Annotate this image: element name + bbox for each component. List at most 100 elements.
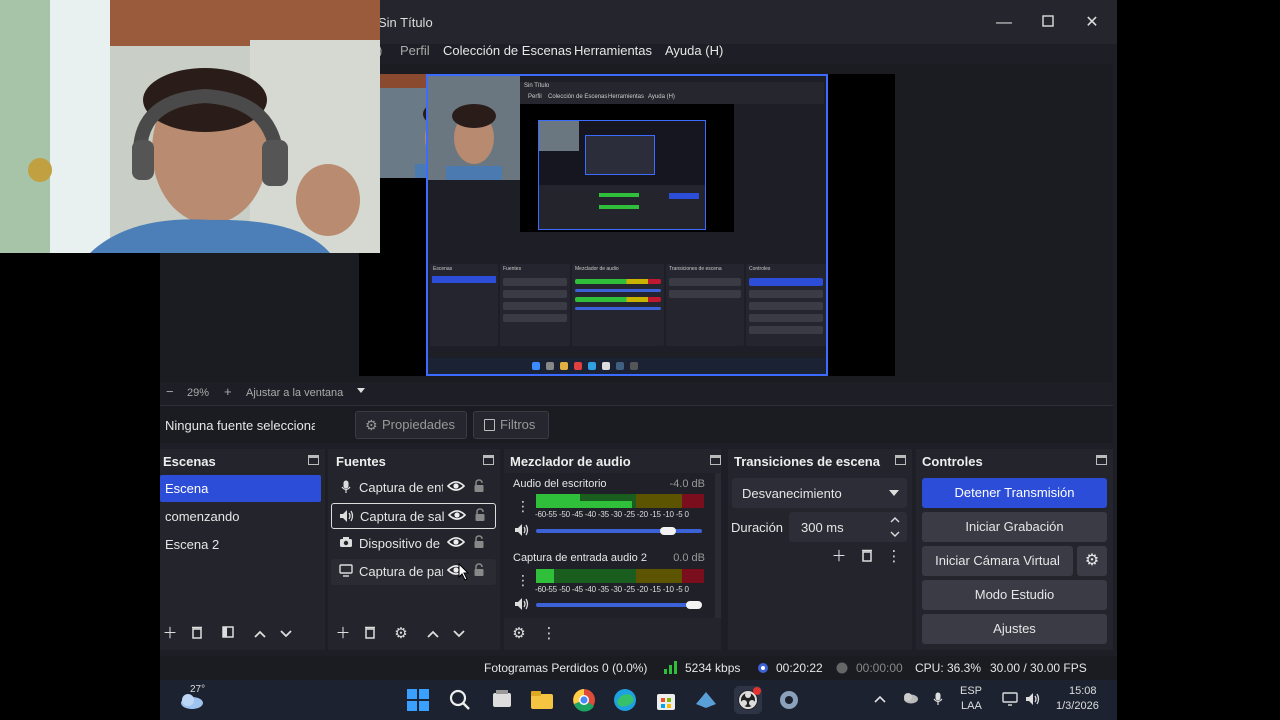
clock-date[interactable]: 1/3/2026 [1056,700,1099,712]
lock-icon[interactable] [473,479,487,495]
start-virtual-camera-button[interactable]: Iniciar Cámara Virtual [922,546,1073,576]
move-down-icon[interactable] [277,625,295,643]
eye-icon[interactable] [447,508,467,524]
zoom-in-button[interactable]: + [224,384,232,399]
menu-help[interactable]: Ayuda (H) [665,43,723,58]
virtual-camera-gear-icon[interactable]: ⚙ [1077,546,1107,576]
source-item[interactable]: Captura de entrada audio [331,475,496,501]
preview-canvas[interactable]: Sin Título Perfil Colección de Escenas H… [359,74,895,376]
add-source-icon[interactable]: ＋ [334,625,352,643]
kebab-menu-icon[interactable]: ⋮ [516,499,530,513]
eye-icon[interactable] [446,535,466,551]
volume-slider[interactable] [536,603,702,607]
lock-icon[interactable] [473,563,487,579]
move-up-icon[interactable] [251,625,269,643]
menu-scene-collection[interactable]: Colección de Escenas [443,43,572,58]
sources-title: Fuentes [336,454,386,469]
close-button[interactable]: ✕ [1070,10,1114,36]
language-code[interactable]: ESP [960,685,982,697]
file-explorer-icon[interactable] [528,686,556,714]
properties-button[interactable]: ⚙ Propiedades [355,411,467,439]
maximize-button[interactable] [1026,10,1070,36]
source-item[interactable]: Captura de pantalla [331,559,496,585]
edge-icon[interactable] [611,686,639,714]
audio-meter [536,494,704,508]
scene-filters-icon[interactable] [219,625,237,643]
task-view-icon[interactable] [488,686,516,714]
start-button[interactable] [404,686,432,714]
bitrate: 5234 kbps [685,661,741,675]
undock-icon[interactable] [710,455,721,465]
audio-settings-gear-icon[interactable]: ⚙ [510,625,528,643]
mixer-footer: ⚙ ⋮ [504,620,715,650]
trash-icon[interactable] [361,625,379,643]
nested-taskbar [428,358,826,374]
network-icon[interactable] [1002,692,1018,709]
move-up-icon[interactable] [424,625,442,643]
store-icon[interactable] [652,686,680,714]
nested-menubar [520,82,824,104]
weather-icon[interactable] [178,692,204,715]
stop-streaming-button[interactable]: Detener Transmisión [922,478,1107,508]
settings-button[interactable]: Ajustes [922,614,1107,644]
zoom-out-button[interactable]: − [166,384,174,399]
source-item[interactable]: Captura de salida audio [331,503,496,529]
settings-app-icon[interactable] [775,686,803,714]
add-transition-icon[interactable]: ＋ [830,548,848,566]
menu-profile[interactable]: Perfil [400,43,430,58]
kebab-menu-icon[interactable]: ⋮ [885,548,903,566]
kebab-menu-icon[interactable]: ⋮ [540,625,558,643]
nested-scenes-title: Escenas [433,266,453,272]
clock-time[interactable]: 15:08 [1069,685,1097,697]
speaker-icon[interactable] [514,597,530,611]
fit-to-window[interactable]: Ajustar a la ventana [246,387,343,399]
chrome-icon[interactable] [570,686,598,714]
kebab-menu-icon[interactable]: ⋮ [516,573,530,587]
add-scene-icon[interactable]: ＋ [161,625,179,643]
scene-item[interactable]: Escena [160,475,321,502]
controls-title: Controles [922,454,983,469]
studio-mode-button[interactable]: Modo Estudio [922,580,1107,610]
search-icon[interactable] [446,686,474,714]
microphone-tray-icon[interactable] [933,692,943,709]
volume-slider[interactable] [536,529,702,533]
source-item[interactable]: Dispositivo de captura de video [331,531,496,557]
undock-icon[interactable] [308,455,319,465]
trash-icon[interactable] [188,625,206,643]
undock-icon[interactable] [1096,455,1107,465]
scene-item[interactable]: Escena 2 [160,531,321,558]
gear-icon[interactable]: ⚙ [392,625,410,643]
scene-item[interactable]: comenzando [160,503,321,530]
move-down-icon[interactable] [450,625,468,643]
filters-button[interactable]: Filtros [473,411,549,439]
volume-slider-handle[interactable] [660,527,676,535]
sources-header: Fuentes [328,449,500,473]
volume-slider-handle[interactable] [686,601,702,609]
transition-select[interactable]: Desvanecimiento [732,478,907,508]
menu-tools[interactable]: Herramientas [574,43,652,58]
minimize-button[interactable]: — [982,10,1026,36]
mouse-cursor-icon [458,563,470,581]
duration-stepper[interactable]: 300 ms [789,512,907,542]
obs-icon[interactable] [734,686,762,714]
start-recording-button[interactable]: Iniciar Grabación [922,512,1107,542]
channel-db: -4.0 dB [669,478,705,490]
nested-menu-profile: Perfil [528,94,542,100]
nested-dock-sources: Fuentes [500,264,570,346]
chevron-up-icon[interactable] [874,692,886,706]
stepper-arrows-icon[interactable] [890,516,900,538]
steam-icon[interactable] [692,686,720,714]
speaker-icon[interactable] [514,523,530,537]
zoom-dropdown-chevron-icon[interactable] [356,386,366,398]
lock-icon[interactable] [474,508,488,524]
undock-icon[interactable] [483,455,494,465]
cloud-tray-icon[interactable] [902,692,918,707]
source-label: Captura de entrada audio [359,480,443,495]
trash-icon[interactable] [858,548,876,566]
keyboard-layout[interactable]: LAA [961,700,982,712]
lock-icon[interactable] [473,535,487,551]
undock-icon[interactable] [895,455,906,465]
eye-icon[interactable] [446,479,466,495]
zoom-level: 29% [187,387,210,399]
volume-tray-icon[interactable] [1025,692,1041,709]
